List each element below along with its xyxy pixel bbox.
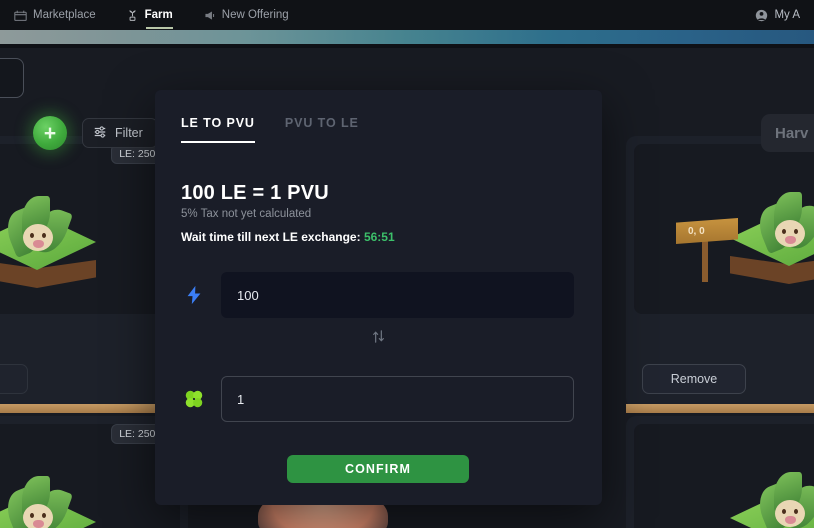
- plant-icon: [126, 9, 139, 22]
- banner-strip: [0, 30, 814, 44]
- harvest-all-label: Harv: [775, 124, 809, 142]
- marketplace-icon: [14, 9, 27, 22]
- table-row[interactable]: 0, 0 Remove: [626, 136, 814, 408]
- wait-time-row: Wait time till next LE exchange: 56:51: [181, 230, 395, 244]
- plot-coordinates-label: 0, 0: [688, 226, 705, 237]
- wait-time-countdown: 56:51: [363, 230, 395, 244]
- filter-button[interactable]: Filter: [82, 118, 158, 148]
- nav-item-farm-label: Farm: [144, 9, 173, 21]
- remove-button[interactable]: Remove: [642, 364, 746, 394]
- megaphone-icon: [203, 9, 216, 22]
- plot-thumbnail: 0, 0: [634, 144, 814, 314]
- app-root: Marketplace Farm New Offering My A + Fil…: [0, 0, 814, 528]
- le-amount-row: 100: [181, 272, 574, 318]
- sliders-icon: [93, 125, 107, 142]
- tab-pvu-to-le-label: PVU TO LE: [284, 116, 359, 130]
- exchange-direction-tabs: LE TO PVU PVU TO LE: [181, 116, 359, 143]
- clover-icon: [181, 382, 207, 416]
- exchange-rate-text: 100 LE = 1 PVU: [181, 182, 329, 204]
- table-row[interactable]: [626, 416, 814, 528]
- le-amount-input[interactable]: 100: [221, 272, 574, 318]
- add-plot-label: +: [43, 121, 57, 145]
- add-plot-button[interactable]: +: [33, 116, 67, 150]
- swap-vertical-icon[interactable]: [155, 328, 602, 345]
- nav-item-marketplace-label: Marketplace: [33, 9, 96, 21]
- tab-pvu-to-le[interactable]: PVU TO LE: [285, 116, 359, 143]
- confirm-button[interactable]: CONFIRM: [287, 455, 469, 483]
- confirm-button-label: CONFIRM: [344, 462, 412, 476]
- pvu-amount-row: 1: [181, 376, 574, 422]
- harvest-all-button[interactable]: Harv: [761, 114, 814, 152]
- tab-le-to-pvu-label: LE TO PVU: [181, 116, 255, 130]
- nav-item-farm[interactable]: Farm: [126, 0, 173, 30]
- nav-item-marketplace[interactable]: Marketplace: [14, 0, 96, 30]
- nav-item-my-account[interactable]: My A: [755, 9, 800, 22]
- nav-item-new-offering[interactable]: New Offering: [203, 0, 289, 30]
- plot-thumbnail: [634, 424, 814, 528]
- wait-time-label: Wait time till next LE exchange:: [181, 230, 361, 244]
- top-navbar: Marketplace Farm New Offering My A: [0, 0, 814, 30]
- fence-plank-right: [626, 404, 814, 413]
- nav-item-my-account-label: My A: [774, 9, 800, 21]
- le-pvu-exchange-modal: LE TO PVU PVU TO LE 100 LE = 1 PVU 5% Ta…: [155, 90, 602, 505]
- filter-button-label: Filter: [115, 126, 143, 140]
- plot-thumbnail: [0, 144, 180, 314]
- pvu-amount-input[interactable]: 1: [221, 376, 574, 422]
- tax-note-text: 5% Tax not yet calculated: [181, 208, 312, 220]
- search-input[interactable]: [0, 58, 24, 98]
- banner-strip-shadow: [0, 44, 814, 48]
- remove-button[interactable]: [0, 364, 28, 394]
- nav-item-new-offering-label: New Offering: [221, 9, 289, 21]
- tab-le-to-pvu[interactable]: LE TO PVU: [181, 116, 255, 143]
- remove-button-label: Remove: [670, 372, 718, 386]
- user-icon: [755, 9, 768, 22]
- lightning-bolt-icon: [181, 278, 207, 312]
